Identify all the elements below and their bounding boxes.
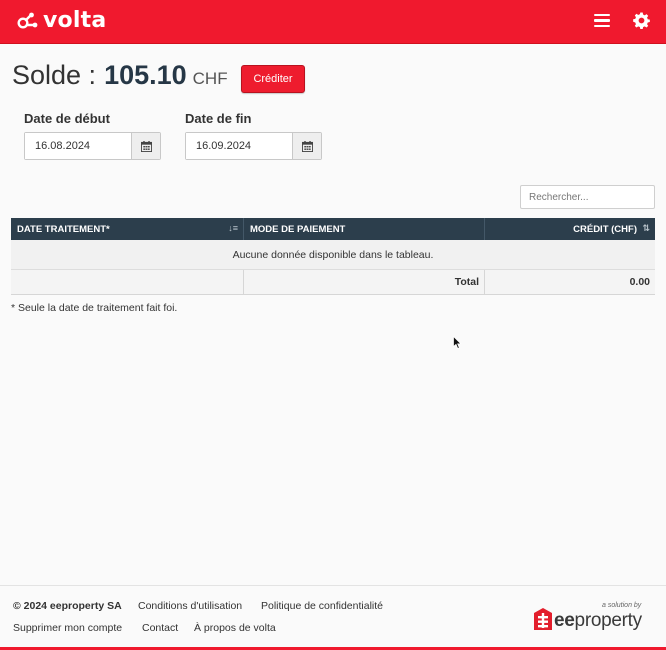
table-footer: Total 0.00 <box>11 270 655 295</box>
processing-date-note: * Seule la date de traitement fait foi. <box>11 302 178 314</box>
balance-label: Solde : <box>12 60 97 90</box>
volta-logo-icon <box>17 12 38 29</box>
balance-amount: 105.10 <box>104 60 187 90</box>
mouse-cursor-icon <box>453 336 462 349</box>
terms-link[interactable]: Conditions d'utilisation <box>138 600 242 612</box>
partner-name-rest: property <box>574 610 643 631</box>
privacy-link[interactable]: Politique de confidentialité <box>261 600 383 612</box>
total-label: Total <box>244 270 485 294</box>
column-header-label: MODE DE PAIEMENT <box>250 224 346 235</box>
copyright-text: © 2024 eeproperty SA <box>13 600 122 612</box>
end-date-input[interactable] <box>186 133 292 159</box>
column-header-label: DATE TRAITEMENT* <box>17 224 110 235</box>
search-input[interactable] <box>520 185 655 209</box>
calendar-icon[interactable] <box>292 133 321 159</box>
end-date-label: Date de fin <box>185 111 252 126</box>
sort-icon: ⇅ <box>642 223 650 233</box>
contact-link[interactable]: Contact <box>142 622 178 634</box>
top-navbar: volta <box>0 0 666 44</box>
sort-desc-icon: ↓≡ <box>228 223 238 233</box>
total-value: 0.00 <box>629 276 650 288</box>
start-date-input[interactable] <box>25 133 131 159</box>
footer-cell-empty <box>11 270 244 294</box>
about-link[interactable]: À propos de volta <box>194 622 276 634</box>
hamburger-icon[interactable] <box>594 14 610 28</box>
column-header-date[interactable]: DATE TRAITEMENT* ↓≡ <box>11 218 244 240</box>
credit-button[interactable]: Créditer <box>241 65 305 93</box>
brand-name: volta <box>43 8 107 33</box>
transactions-table: DATE TRAITEMENT* ↓≡ MODE DE PAIEMENT CRÉ… <box>11 218 655 295</box>
balance-currency: CHF <box>192 69 228 88</box>
delete-account-link[interactable]: Supprimer mon compte <box>13 622 122 634</box>
column-header-credit[interactable]: CRÉDIT (CHF) ⇅ <box>485 218 655 240</box>
start-date-group <box>24 132 161 160</box>
column-header-label: CRÉDIT (CHF) <box>573 224 637 235</box>
column-header-payment-mode[interactable]: MODE DE PAIEMENT <box>244 218 485 240</box>
gear-icon[interactable] <box>633 12 650 30</box>
table-header: DATE TRAITEMENT* ↓≡ MODE DE PAIEMENT CRÉ… <box>11 218 655 240</box>
partner-name-bold: ee <box>554 610 575 631</box>
eeproperty-logo-icon <box>534 608 552 630</box>
partner-name: eeproperty <box>554 610 642 632</box>
partner-tagline: a solution by <box>602 602 642 609</box>
volta-logo[interactable]: volta <box>16 8 106 34</box>
empty-table-message: Aucune donnée disponible dans le tableau… <box>11 240 655 270</box>
calendar-icon[interactable] <box>131 133 160 159</box>
start-date-label: Date de début <box>24 111 110 126</box>
end-date-group <box>185 132 322 160</box>
balance-display: Solde : 105.10 CHF <box>12 60 228 91</box>
